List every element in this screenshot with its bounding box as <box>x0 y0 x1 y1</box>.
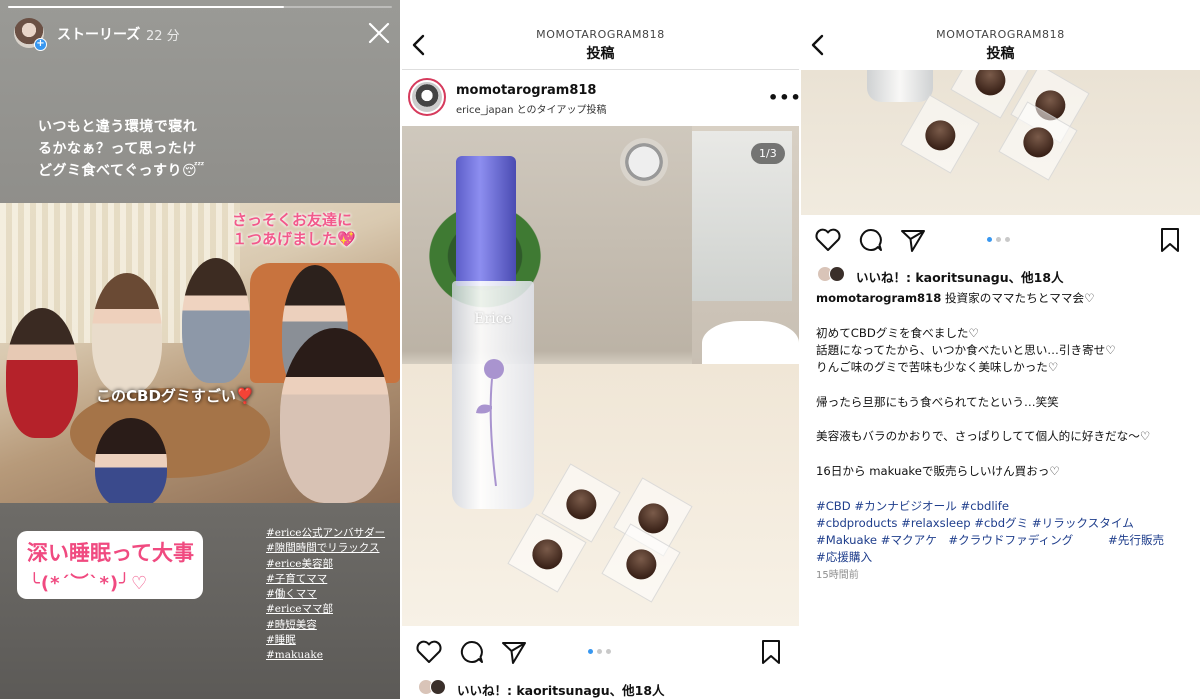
liker-avatar[interactable] <box>430 679 446 695</box>
post-timestamp: 15時間前 <box>816 570 859 581</box>
caption-text: 投資家のママたちとママ会♡ <box>941 291 1095 305</box>
post-photo[interactable] <box>801 70 1200 215</box>
header-title: 投稿 <box>586 46 615 62</box>
post-paid-partnership[interactable]: erice_japan とのタイアップ投稿 <box>456 101 607 116</box>
hashtag-link[interactable]: #隙間時間でリラックス <box>266 541 396 556</box>
caption-line: りんご味のグミで苦味も少なく美味しかった♡ <box>816 360 1059 375</box>
photo-person <box>182 258 250 383</box>
serum-bottle: Erice <box>452 151 534 511</box>
bottle-body: Erice <box>452 281 534 509</box>
story-photo: さっそくお友達に １つあげました💖 このCBDグミすごい❣️ <box>0 203 400 503</box>
post-caption: momotarogram818 投資家のママたちとママ会♡ 初めてCBDグミを食… <box>816 290 1196 567</box>
header-divider <box>402 69 799 70</box>
caption-line: 美容液もバラのかおりで、さっぱりしてて個人的に好きだな〜♡ <box>816 429 1151 444</box>
more-options-icon[interactable]: ••• <box>768 88 799 107</box>
caption-hashtags[interactable]: #応援購入 <box>816 549 1196 566</box>
bottle-label: Erice <box>474 311 512 327</box>
story-panel: + ストーリーズ 22 分 いつもと違う環境で寝れ るかなぁ？って思ったけ どグ… <box>0 0 400 699</box>
photo-clock <box>620 138 668 186</box>
story-progress-bar <box>8 6 392 8</box>
story-hashtags: #erice公式アンバサダー #隙間時間でリラックス #erice美容部 #子育… <box>266 526 396 664</box>
photo-person <box>95 418 167 503</box>
hashtag-link[interactable]: #睡眠 <box>266 633 396 648</box>
add-story-icon[interactable]: + <box>34 38 47 51</box>
caption-username[interactable]: momotarogram818 <box>816 291 941 305</box>
photo-caption-top: さっそくお友達に １つあげました💖 <box>232 211 356 249</box>
caption-line: 帰ったら旦那にもう食べられてたという…笑笑 <box>816 394 1059 409</box>
caption-hashtags[interactable]: #Makuake #マクアケ #クラウドファディング #先行販売 <box>816 532 1196 549</box>
hashtag-link[interactable]: #erice公式アンバサダー <box>266 526 396 541</box>
rose-icon <box>476 359 504 487</box>
post-avatar[interactable] <box>408 78 446 116</box>
post-action-bar <box>402 637 799 669</box>
share-icon[interactable] <box>898 225 928 255</box>
story-progress-fill <box>8 6 285 8</box>
share-icon[interactable] <box>499 637 529 667</box>
post-username[interactable]: momotarogram818 <box>456 83 596 98</box>
hashtag-link[interactable]: #erice美容部 <box>266 557 396 572</box>
photo-person <box>280 328 390 503</box>
carousel-counter: 1/3 <box>751 143 785 164</box>
carousel-dots <box>588 649 611 654</box>
sticker-text: 深い睡眠って大事 <box>27 541 194 565</box>
photo-caption-line: １つあげました💖 <box>232 230 356 248</box>
heart-icon[interactable] <box>813 225 843 255</box>
story-time: 22 分 <box>146 29 180 44</box>
header-title: 投稿 <box>986 46 1015 62</box>
comment-icon[interactable] <box>856 225 886 255</box>
caption-line: 16日から makuakeで販売らしいけん買おっ♡ <box>816 463 1060 478</box>
caption-line <box>816 480 1196 497</box>
bookmark-icon[interactable] <box>756 637 786 667</box>
caption-line: 話題になってたから、いつか食べたいと思い…引き寄せ♡ <box>816 342 1116 357</box>
header-username: MOMOTAROGRAM818 <box>536 28 665 41</box>
gummy-packet <box>900 94 980 174</box>
bottle-cap <box>456 156 516 286</box>
story-title: ストーリーズ <box>57 27 141 43</box>
story-text: いつもと違う環境で寝れ るかなぁ？って思ったけ どグミ食べてぐっすり😴 <box>38 116 228 182</box>
hashtag-link[interactable]: #働くママ <box>266 587 396 602</box>
caption-hashtags[interactable]: #CBD #カンナビジオール #cbdlife <box>816 498 1196 515</box>
post-panel-1: MOMOTAROGRAM818 投稿 momotarogram818 erice… <box>402 0 799 699</box>
likes-count[interactable]: いいね！: kaoritsunagu、他18人 <box>856 267 1064 286</box>
bookmark-icon[interactable] <box>1155 225 1185 255</box>
photo-glass <box>867 70 933 102</box>
caption-line: 初めてCBDグミを食べました♡ <box>816 325 979 340</box>
photo-person <box>6 308 78 438</box>
sticker-emoticon: ╰(*´︶`*)╯♡ <box>29 573 149 594</box>
hashtag-link[interactable]: #ericeママ部 <box>266 602 396 617</box>
liker-avatar[interactable] <box>829 266 845 282</box>
caption-line <box>816 307 1196 324</box>
heart-icon[interactable] <box>414 637 444 667</box>
photo-person <box>92 273 162 393</box>
photo-caption-mid: このCBDグミすごい❣️ <box>96 387 255 405</box>
text-sticker: 深い睡眠って大事 ╰(*´︶`*)╯♡ <box>17 531 203 599</box>
caption-line <box>816 376 1196 393</box>
hashtag-link[interactable]: #子育てママ <box>266 572 396 587</box>
hashtag-link[interactable]: #makuake <box>266 648 396 663</box>
carousel-dots <box>987 237 1010 242</box>
header-username: MOMOTAROGRAM818 <box>936 28 1065 41</box>
caption-hashtags[interactable]: #cbdproducts #relaxsleep #cbdグミ #リラックスタイ… <box>816 515 1196 532</box>
story-text-line: るかなぁ？って思ったけ <box>38 141 197 157</box>
story-text-line: どグミ食べてぐっすり😴 <box>38 163 205 179</box>
story-text-line: いつもと違う環境で寝れ <box>38 119 198 135</box>
close-icon[interactable] <box>366 20 392 46</box>
comment-icon[interactable] <box>457 637 487 667</box>
caption-line <box>816 411 1196 428</box>
post-panel-2: MOMOTAROGRAM818 投稿 いいね！: kaoritsunagu、他1… <box>801 0 1200 699</box>
caption-line <box>816 446 1196 463</box>
photo-caption-line: さっそくお友達に <box>232 211 353 229</box>
likes-count[interactable]: いいね！: kaoritsunagu、他18人 <box>457 680 665 699</box>
post-action-bar <box>801 225 1200 257</box>
hashtag-link[interactable]: #時短美容 <box>266 618 396 633</box>
post-photo[interactable]: Erice 1/3 <box>402 126 799 626</box>
